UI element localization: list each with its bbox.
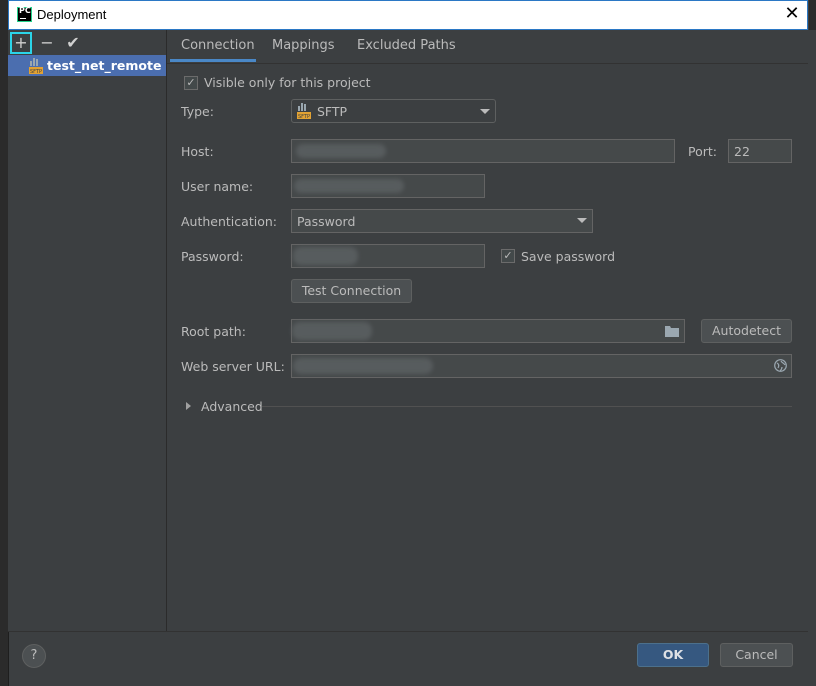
chevron-down-icon <box>480 109 490 114</box>
remove-server-button[interactable]: − <box>36 32 58 54</box>
background-strip-right <box>808 30 816 686</box>
tab-mappings[interactable]: Mappings <box>272 38 335 53</box>
expand-arrow-icon[interactable] <box>186 402 191 410</box>
chevron-down-icon <box>577 218 587 223</box>
folder-icon[interactable] <box>665 325 679 337</box>
auth-value: Password <box>297 214 356 229</box>
server-list-panel <box>8 30 167 631</box>
redacted-mask <box>296 144 386 158</box>
help-button[interactable]: ? <box>22 644 46 668</box>
title-bar <box>8 0 808 30</box>
port-value: 22 <box>734 144 750 159</box>
server-name-label: test_net_remote <box>47 58 162 73</box>
test-connection-button[interactable]: Test Connection <box>291 279 412 303</box>
root-path-label: Root path: <box>181 324 246 339</box>
svg-text:SFTP: SFTP <box>30 69 42 74</box>
sftp-icon: SFTP <box>297 103 311 119</box>
pycharm-logo-icon: PC <box>17 7 32 22</box>
globe-icon[interactable] <box>774 359 787 372</box>
background-strip-left <box>0 30 8 686</box>
window-title: Deployment <box>37 7 107 22</box>
advanced-separator <box>262 406 792 407</box>
tab-bar <box>167 30 808 64</box>
sftp-icon: SFTP <box>29 58 43 74</box>
cancel-button[interactable]: Cancel <box>720 643 793 667</box>
add-server-button[interactable]: + <box>10 32 32 54</box>
host-label: Host: <box>181 144 214 159</box>
port-input[interactable]: 22 <box>728 139 792 163</box>
tab-excluded-paths[interactable]: Excluded Paths <box>357 38 456 53</box>
type-value: SFTP <box>317 104 348 119</box>
active-tab-indicator <box>170 59 256 62</box>
visible-only-checkbox[interactable]: ✓ <box>184 76 198 90</box>
advanced-section-toggle[interactable]: Advanced <box>201 399 263 414</box>
visible-only-label: Visible only for this project <box>204 75 371 90</box>
tab-connection[interactable]: Connection <box>181 38 255 53</box>
port-label: Port: <box>688 144 717 159</box>
close-icon[interactable]: ✕ <box>782 4 802 24</box>
auth-select[interactable]: Password <box>291 209 593 233</box>
auth-label: Authentication: <box>181 214 277 229</box>
type-label: Type: <box>181 104 214 119</box>
redacted-mask <box>293 247 358 265</box>
username-label: User name: <box>181 179 254 194</box>
web-url-label: Web server URL: <box>181 359 285 374</box>
ok-button[interactable]: OK <box>637 643 709 667</box>
svg-text:SFTP: SFTP <box>298 114 310 119</box>
password-label: Password: <box>181 249 244 264</box>
footer-separator <box>8 631 808 632</box>
set-default-button[interactable]: ✔ <box>62 32 84 54</box>
save-password-label: Save password <box>521 249 616 264</box>
autodetect-button[interactable]: Autodetect <box>701 319 792 343</box>
redacted-mask <box>293 358 433 374</box>
save-password-checkbox[interactable]: ✓ <box>501 249 515 263</box>
redacted-mask <box>294 179 404 193</box>
redacted-mask <box>292 322 372 340</box>
